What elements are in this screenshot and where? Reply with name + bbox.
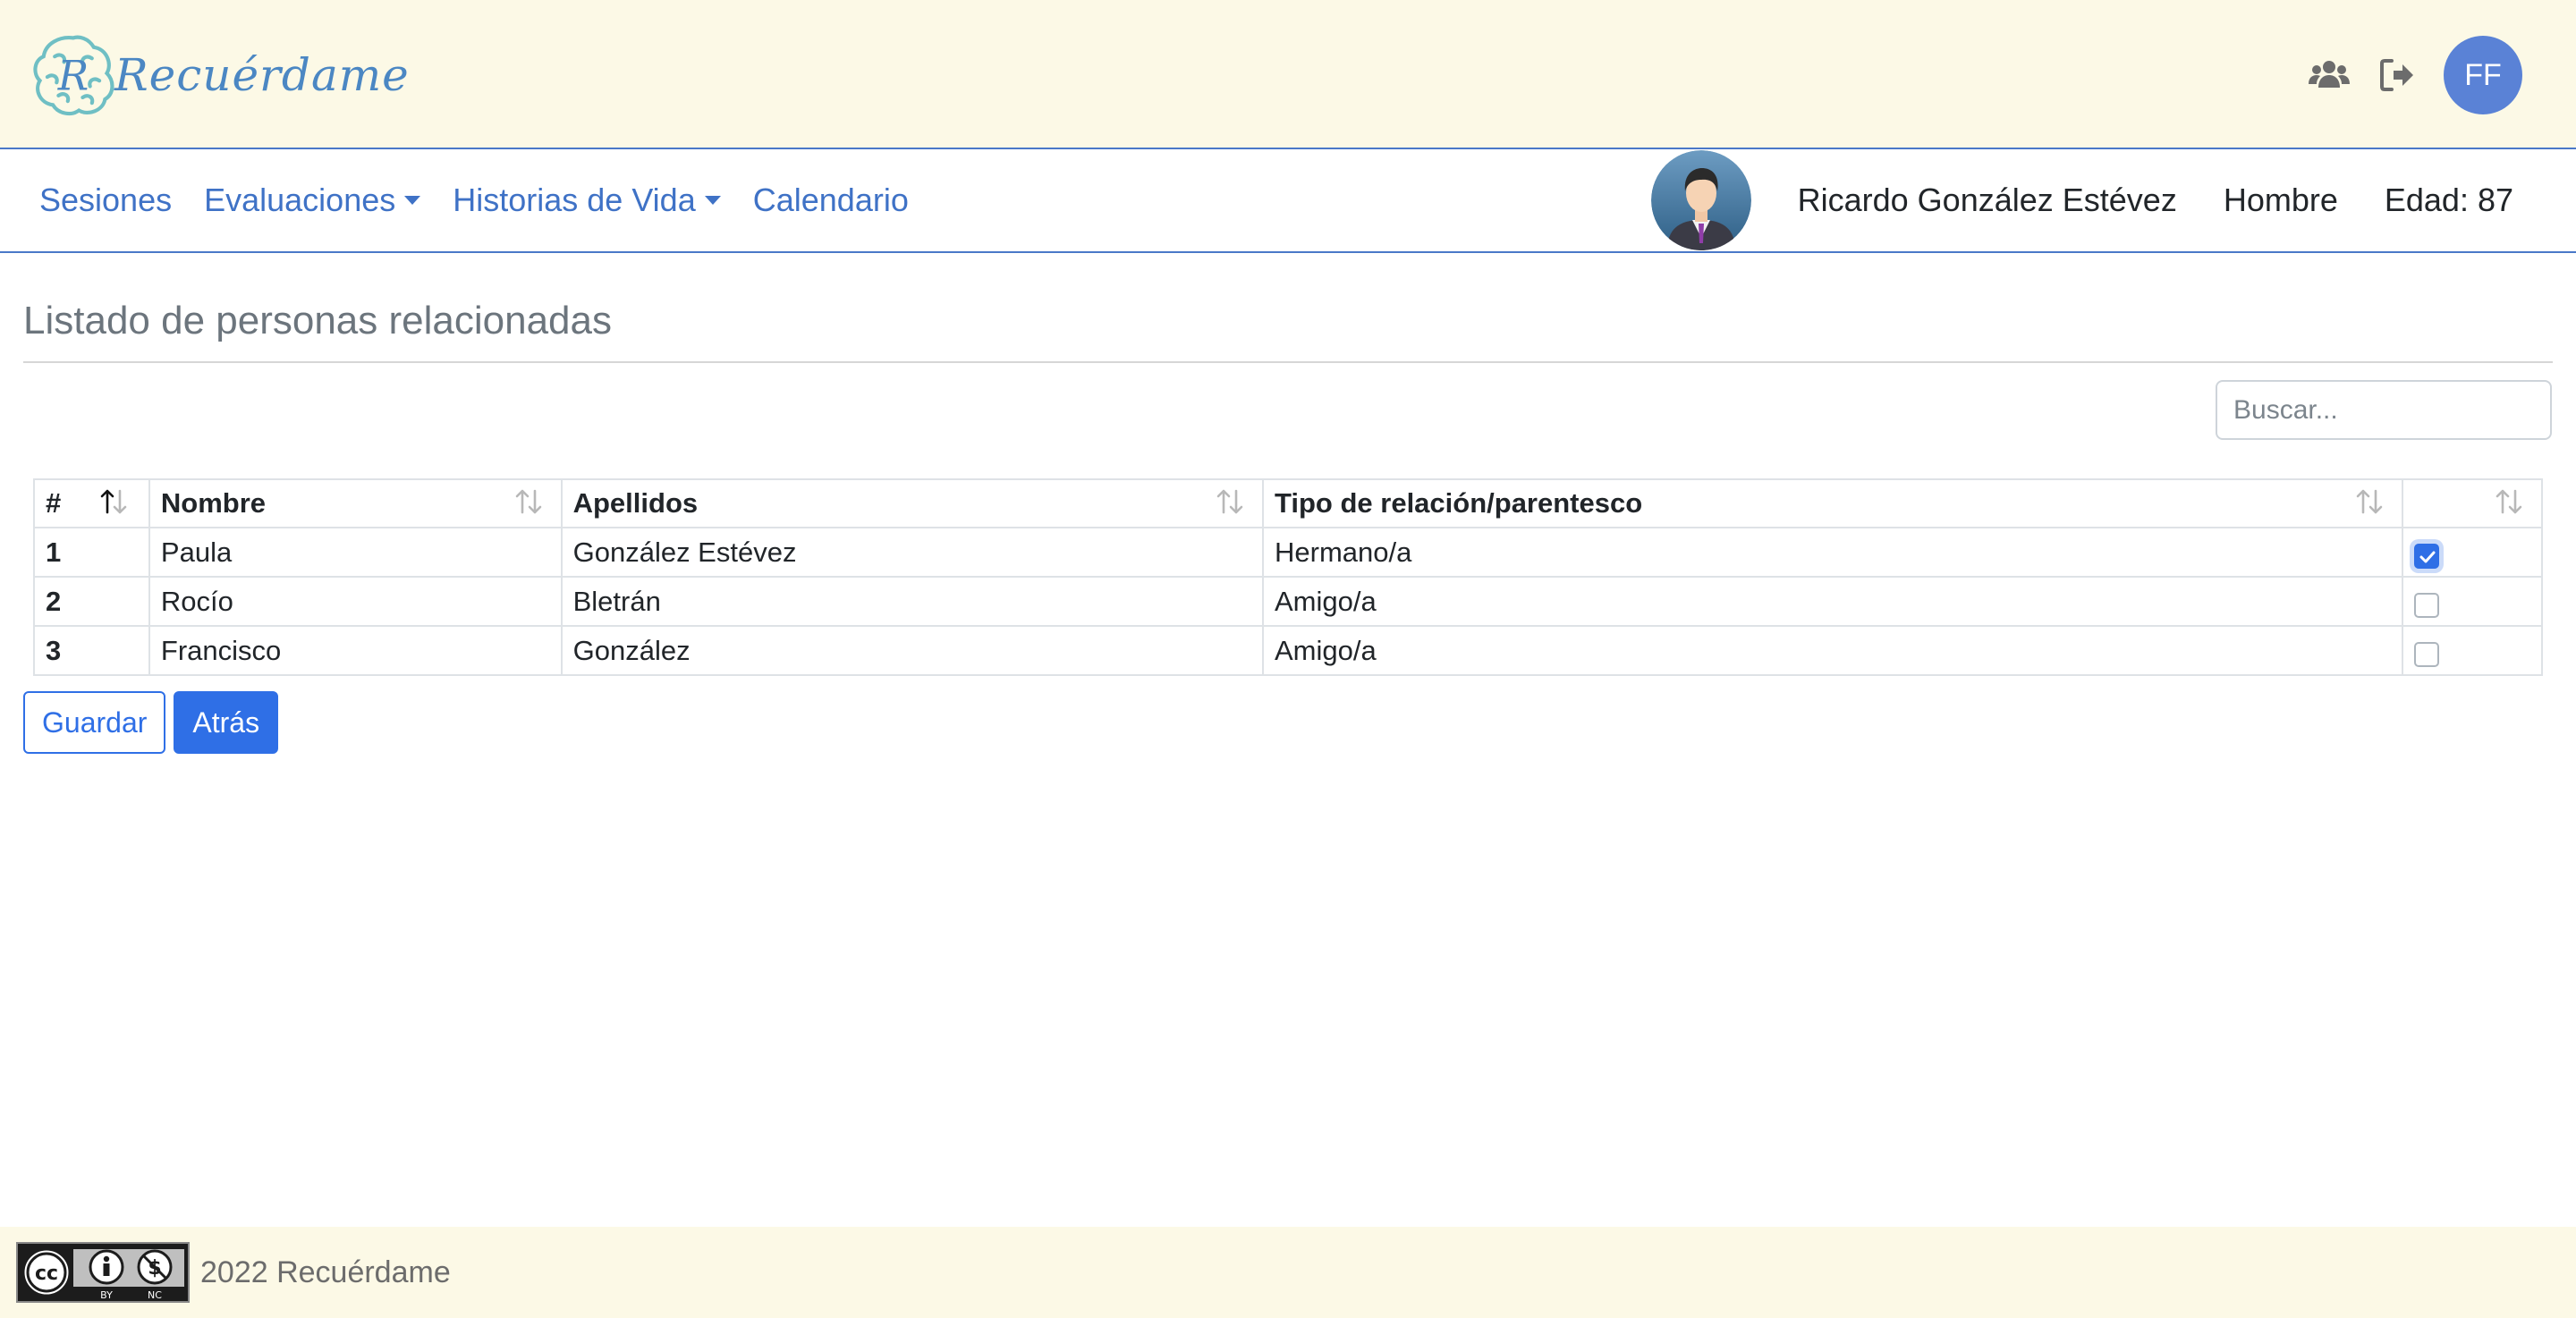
- top-header: R Recuérdame FF: [0, 0, 2576, 149]
- table-row: 2 Rocío Bletrán Amigo/a: [33, 576, 2543, 627]
- row-checkbox[interactable]: [2414, 543, 2440, 569]
- caret-down-icon: [704, 196, 721, 205]
- footer: cc $ BY NC 2022 Recuérdame: [0, 1227, 2576, 1318]
- row-checkbox[interactable]: [2414, 641, 2440, 667]
- page-title: Listado de personas relacionadas: [23, 299, 613, 342]
- nav-item-evaluaciones[interactable]: Evaluaciones: [204, 182, 421, 219]
- column-header-tipo-relacion[interactable]: Tipo de relación/parentesco: [1261, 478, 2404, 528]
- nav-links: Sesiones Evaluaciones Historias de Vida …: [39, 149, 909, 251]
- row-apellidos: González Estévez: [560, 527, 1265, 578]
- row-index: 3: [33, 625, 150, 676]
- nav-item-label: Calendario: [752, 182, 909, 218]
- sort-icon[interactable]: [513, 487, 545, 516]
- header-actions: FF: [2308, 34, 2522, 116]
- patient-info: Ricardo González Estévez Hombre Edad: 87: [1650, 149, 2513, 251]
- footer-copyright: 2022 Recuérdame: [200, 1255, 451, 1289]
- row-tipo-relacion: Amigo/a: [1261, 625, 2404, 676]
- column-header-label: Apellidos: [572, 487, 699, 519]
- column-header-label: Tipo de relación/parentesco: [1275, 487, 1643, 519]
- table-header-row: # Nombre Apellidos Tipo de relación/pare…: [33, 478, 2543, 528]
- table-row: 3 Francisco González Amigo/a: [33, 625, 2543, 676]
- column-header-nombre[interactable]: Nombre: [148, 478, 563, 528]
- main-nav: Sesiones Evaluaciones Historias de Vida …: [0, 149, 2576, 253]
- nav-item-sesiones[interactable]: Sesiones: [39, 182, 172, 219]
- column-header-index[interactable]: #: [33, 478, 150, 528]
- nav-item-historias[interactable]: Historias de Vida: [453, 182, 721, 219]
- users-icon[interactable]: [2308, 54, 2351, 97]
- row-checkbox[interactable]: [2414, 592, 2440, 618]
- row-nombre: Rocío: [148, 576, 563, 627]
- logout-icon[interactable]: [2376, 54, 2419, 97]
- search-input[interactable]: [2216, 380, 2552, 440]
- person-avatar-icon: [1650, 150, 1751, 250]
- row-tipo-relacion: Hermano/a: [1261, 527, 2404, 578]
- column-header-label: Nombre: [160, 487, 267, 519]
- nav-item-label: Evaluaciones: [204, 182, 396, 218]
- nav-item-label: Sesiones: [39, 182, 173, 218]
- related-people-table: # Nombre Apellidos Tipo de relación/pare…: [33, 478, 2543, 676]
- row-select-cell: [2402, 625, 2543, 676]
- sort-icon[interactable]: [2493, 487, 2525, 516]
- patient-photo: [1650, 150, 1751, 250]
- caret-down-icon: [404, 196, 421, 205]
- sort-icon[interactable]: [2353, 487, 2385, 516]
- nav-item-label: Historias de Vida: [453, 182, 696, 218]
- save-button[interactable]: Guardar: [23, 691, 166, 754]
- title-divider: [23, 361, 2553, 363]
- sort-ascending-icon[interactable]: [97, 487, 130, 516]
- column-header-select[interactable]: [2402, 478, 2543, 528]
- badge-by-label: BY: [100, 1289, 113, 1301]
- row-apellidos: Bletrán: [560, 576, 1265, 627]
- svg-text:R: R: [57, 53, 89, 100]
- brain-logo-icon: R: [33, 35, 114, 116]
- column-header-apellidos[interactable]: Apellidos: [560, 478, 1265, 528]
- row-tipo-relacion: Amigo/a: [1261, 576, 2404, 627]
- patient-gender: Hombre: [2223, 182, 2338, 218]
- form-actions: Guardar Atrás: [23, 691, 279, 754]
- sort-icon[interactable]: [1214, 487, 1246, 516]
- row-nombre: Paula: [148, 527, 563, 578]
- patient-name: Ricardo González Estévez: [1797, 182, 2177, 218]
- back-button[interactable]: Atrás: [174, 691, 279, 754]
- row-select-cell: [2402, 527, 2543, 578]
- column-header-label: #: [46, 487, 62, 519]
- row-nombre: Francisco: [148, 625, 563, 676]
- row-index: 2: [33, 576, 150, 627]
- nav-item-calendario[interactable]: Calendario: [753, 182, 909, 219]
- logo-text: Recuérdame: [114, 49, 410, 101]
- app-logo[interactable]: R Recuérdame: [27, 27, 410, 123]
- badge-nc-label: NC: [148, 1289, 162, 1301]
- row-apellidos: González: [560, 625, 1265, 676]
- svg-text:cc: cc: [35, 1263, 58, 1285]
- user-avatar[interactable]: FF: [2444, 36, 2522, 114]
- checkmark-icon: [2419, 551, 2436, 563]
- row-select-cell: [2402, 576, 2543, 627]
- patient-age: Edad: 87: [2384, 182, 2513, 218]
- cc-license-badge[interactable]: cc $ BY NC: [16, 1242, 190, 1303]
- table-row: 1 Paula González Estévez Hermano/a: [33, 527, 2543, 578]
- creative-commons-icon: cc $ BY NC: [18, 1244, 188, 1301]
- row-index: 1: [33, 527, 150, 578]
